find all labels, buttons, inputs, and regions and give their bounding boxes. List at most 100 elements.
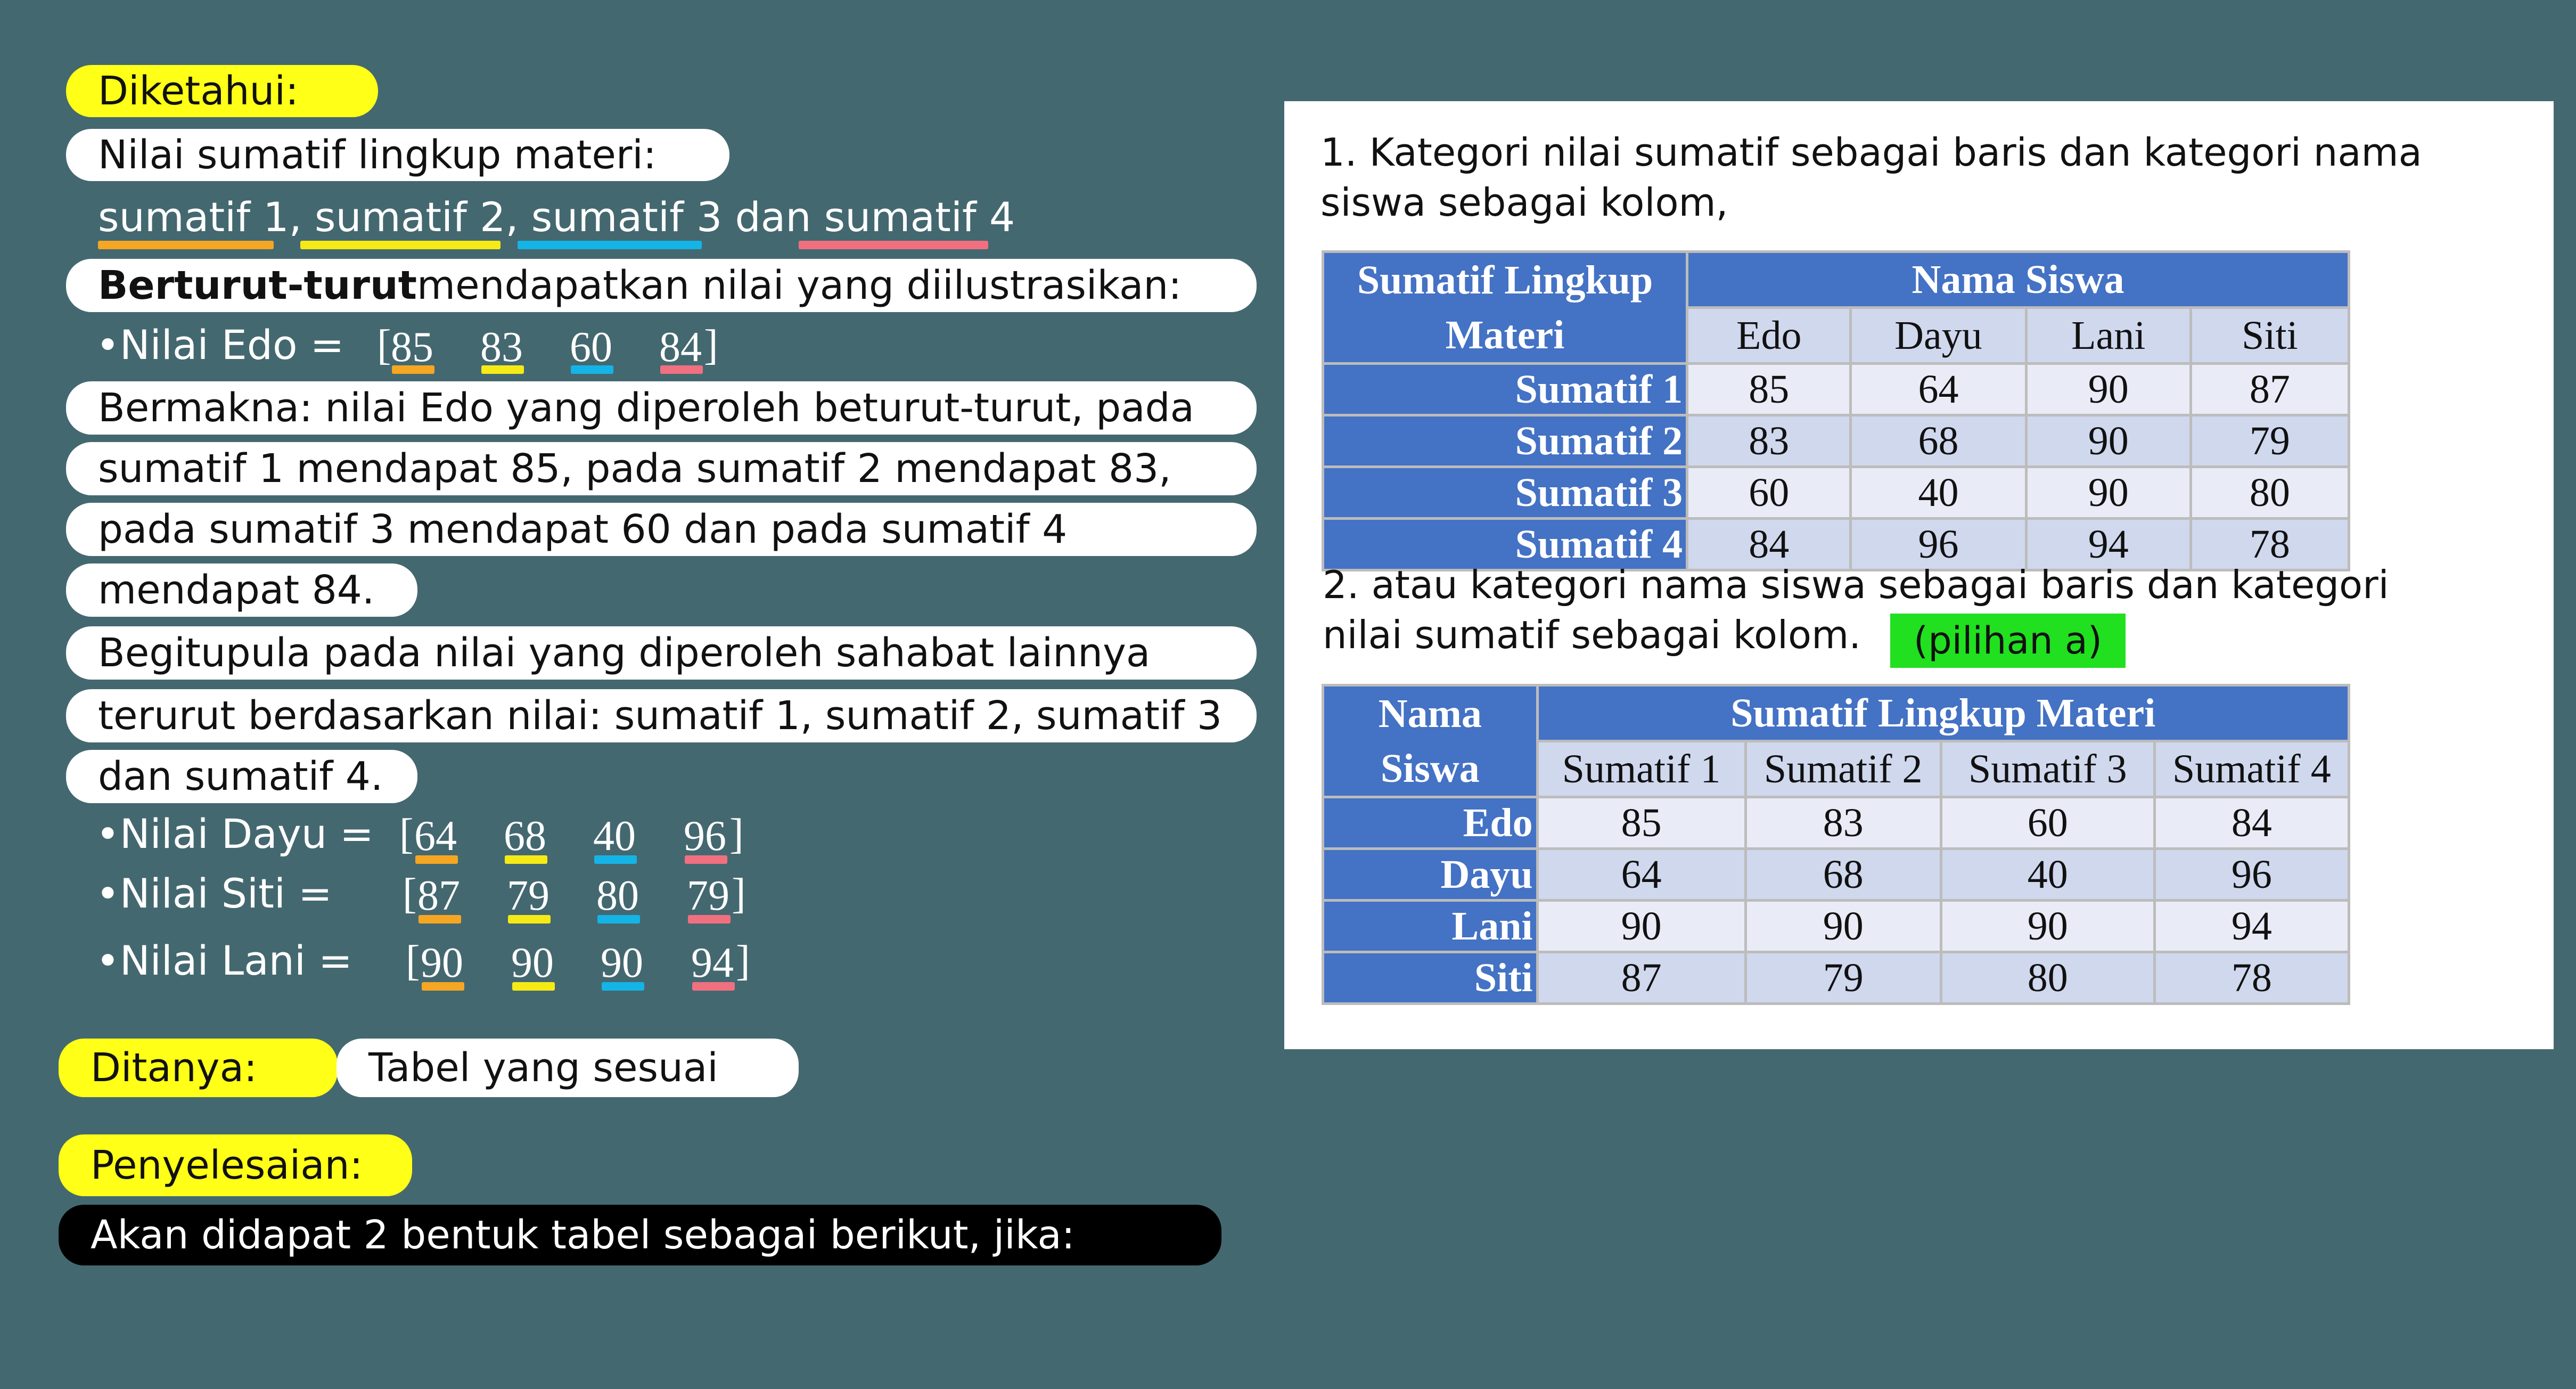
nilai-lani-label: •Nilai Lani = bbox=[96, 937, 352, 984]
table-cell: 90 bbox=[2024, 362, 2192, 417]
underline-siti-3 bbox=[597, 915, 640, 924]
berturut-bold: Berturut-turut bbox=[98, 263, 417, 308]
table2-group-header: Sumatif Lingkup Materi bbox=[1536, 683, 2351, 743]
akan-didapat-line: Akan didapat 2 bentuk tabel sebagai beri… bbox=[59, 1205, 1221, 1265]
table1-col-header: Lani bbox=[2024, 306, 2192, 365]
edo-value-4: 84 bbox=[659, 324, 702, 371]
lani-value-4: 94 bbox=[691, 939, 734, 986]
siti-value-3: 80 bbox=[596, 872, 639, 919]
table1-row-header: Sumatif 2 bbox=[1321, 414, 1689, 469]
table-cell: 68 bbox=[1849, 414, 2028, 469]
table1-corner-header: Sumatif Lingkup Materi bbox=[1321, 250, 1689, 365]
separator: , bbox=[505, 193, 531, 241]
table-cell: 64 bbox=[1849, 362, 2028, 417]
table1-group-header: Nama Siswa bbox=[1686, 250, 2350, 309]
dayu-value-1: 64 bbox=[414, 813, 457, 860]
underline-dayu-1 bbox=[415, 855, 458, 864]
table-row: Sumatif 3 60 40 90 80 bbox=[1321, 465, 2351, 520]
table-cell: 40 bbox=[1939, 847, 2156, 902]
underline-dayu-2 bbox=[505, 855, 547, 864]
edo-value-1: 85 bbox=[391, 324, 433, 371]
table-row: Sumatif 1 85 64 90 87 bbox=[1321, 362, 2351, 417]
ditanya-label: Ditanya: bbox=[59, 1039, 338, 1097]
edo-value-3: 60 bbox=[570, 324, 612, 371]
bermakna-line-2: sumatif 1 mendapat 85, pada sumatif 2 me… bbox=[66, 442, 1257, 495]
table-row: Sumatif 2 83 68 90 79 bbox=[1321, 414, 2351, 469]
underline-edo-1 bbox=[392, 365, 434, 374]
table-cell: 83 bbox=[1686, 414, 1852, 469]
underline-dayu-4 bbox=[685, 855, 727, 864]
table-cell: 83 bbox=[1744, 796, 1942, 851]
table1-row-header: Sumatif 3 bbox=[1321, 465, 1689, 520]
item-2-line-1: 2. atau kategori nama siswa sebagai bari… bbox=[1323, 562, 2389, 607]
bermakna-line-1: Bermakna: nilai Edo yang diperoleh betur… bbox=[66, 381, 1257, 435]
table1-row-header: Sumatif 1 bbox=[1321, 362, 1689, 417]
dayu-value-3: 40 bbox=[593, 813, 636, 860]
table-row: Dayu 64 68 40 96 bbox=[1322, 847, 2351, 902]
table-cell: 90 bbox=[1939, 899, 2156, 954]
table-cell: 80 bbox=[2189, 465, 2351, 520]
bracket-close: ] bbox=[704, 322, 718, 369]
table-cell: 87 bbox=[2189, 362, 2351, 417]
table-row: Siti 87 79 80 78 bbox=[1322, 951, 2351, 1006]
bracket-close: ] bbox=[736, 937, 750, 984]
siti-value-2: 79 bbox=[507, 872, 549, 919]
table-siswa-rows: Nama Siswa Sumatif Lingkup Materi Sumati… bbox=[1322, 683, 2351, 1006]
berturut-line: Berturut-turut mendapatkan nilai yang di… bbox=[66, 259, 1257, 312]
sumatif-2-text: sumatif 2 bbox=[314, 193, 506, 241]
table-sumatif-rows: Sumatif Lingkup Materi Nama Siswa Edo Da… bbox=[1321, 250, 2351, 572]
underline-lani-3 bbox=[602, 982, 644, 991]
table-cell: 79 bbox=[1744, 951, 1942, 1006]
separator: , bbox=[289, 193, 315, 241]
nilai-dayu-label: •Nilai Dayu = bbox=[96, 810, 374, 857]
berturut-rest: mendapatkan nilai yang diilustrasikan: bbox=[417, 263, 1182, 308]
underline-siti-4 bbox=[688, 915, 731, 924]
table-cell: 90 bbox=[2024, 414, 2192, 469]
diketahui-label: Diketahui: bbox=[66, 65, 378, 117]
table-cell: 96 bbox=[2153, 847, 2351, 902]
bermakna-line-3: pada sumatif 3 mendapat 60 dan pada suma… bbox=[66, 503, 1257, 556]
item-2-line-2: nilai sumatif sebagai kolom. bbox=[1323, 612, 1861, 657]
table-cell: 40 bbox=[1849, 465, 2028, 520]
underline-sumatif-2 bbox=[300, 241, 501, 249]
underline-edo-3 bbox=[571, 365, 613, 374]
begitupula-line-1: Begitupula pada nilai yang diperoleh sah… bbox=[66, 626, 1257, 680]
underline-edo-4 bbox=[660, 365, 703, 374]
sumatif-1-text: sumatif 1 bbox=[98, 193, 289, 241]
table2-row-header: Lani bbox=[1322, 899, 1539, 954]
nilai-siti-label: •Nilai Siti = bbox=[96, 870, 332, 917]
bermakna-line-4: mendapat 84. bbox=[66, 563, 417, 617]
edo-value-2: 83 bbox=[480, 324, 523, 371]
bracket-open: [ bbox=[377, 322, 391, 369]
dayu-value-4: 96 bbox=[684, 813, 726, 860]
table1-col-header: Edo bbox=[1686, 306, 1852, 365]
siti-value-1: 87 bbox=[417, 872, 460, 919]
table-cell: 85 bbox=[1536, 796, 1747, 851]
table2-row-header: Siti bbox=[1322, 951, 1539, 1006]
table1-col-header: Dayu bbox=[1849, 306, 2028, 365]
table-cell: 60 bbox=[1939, 796, 2156, 851]
sumatif-3-text: sumatif 3 bbox=[531, 193, 723, 241]
bracket-open: [ bbox=[399, 811, 414, 857]
table2-col-header: Sumatif 2 bbox=[1744, 740, 1942, 799]
table-cell: 84 bbox=[2153, 796, 2351, 851]
underline-lani-4 bbox=[692, 982, 735, 991]
lani-value-3: 90 bbox=[601, 939, 643, 986]
begitupula-line-3: dan sumatif 4. bbox=[66, 750, 417, 803]
table2-row-header: Dayu bbox=[1322, 847, 1539, 902]
table-cell: 68 bbox=[1744, 847, 1942, 902]
table-cell: 64 bbox=[1536, 847, 1747, 902]
table-row: Edo 85 83 60 84 bbox=[1322, 796, 2351, 851]
table2-corner-header: Nama Siswa bbox=[1322, 683, 1539, 799]
table2-col-header: Sumatif 4 bbox=[2153, 740, 2351, 799]
item-1-line-1: 1. Kategori nilai sumatif sebagai baris … bbox=[1320, 130, 2422, 175]
table-cell: 60 bbox=[1686, 465, 1852, 520]
table-cell: 90 bbox=[1536, 899, 1747, 954]
table-row: Lani 90 90 90 94 bbox=[1322, 899, 2351, 954]
table-cell: 78 bbox=[2153, 951, 2351, 1006]
pilihan-badge: (pilihan a) bbox=[1890, 614, 2126, 668]
underline-lani-2 bbox=[512, 982, 555, 991]
sumatif-list: sumatif 1, sumatif 2, sumatif 3 dan suma… bbox=[98, 197, 1015, 238]
underline-lani-1 bbox=[422, 982, 464, 991]
table-cell: 85 bbox=[1686, 362, 1852, 417]
